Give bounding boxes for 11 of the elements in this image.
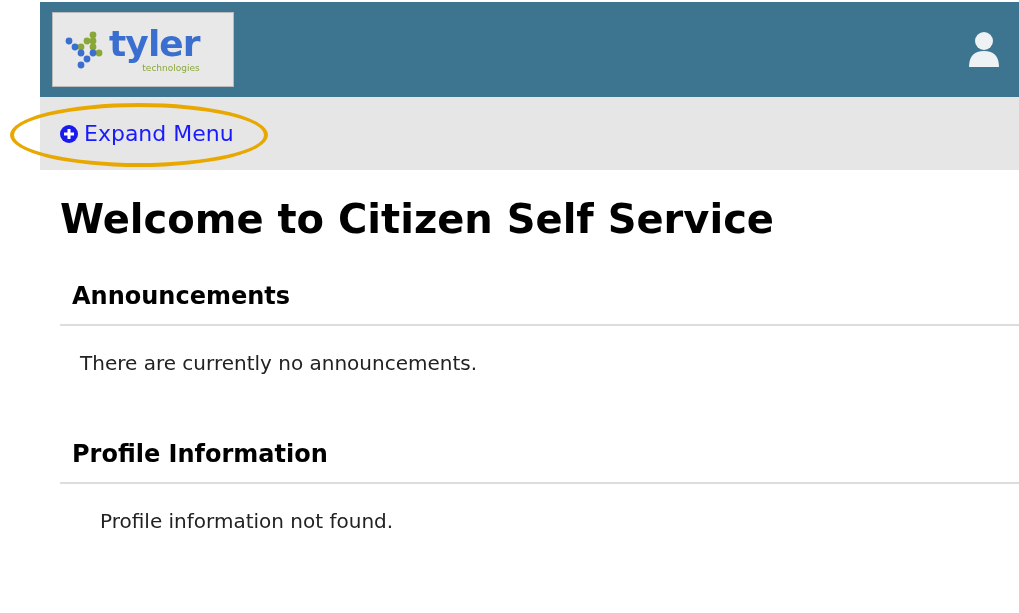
section-message: Profile information not found.	[99, 508, 395, 535]
logo-tagline: technologies	[142, 64, 200, 73]
logo-name: tyler	[109, 26, 200, 62]
user-icon[interactable]	[967, 30, 1001, 69]
section-heading: Announcements	[60, 278, 1019, 326]
page-title: Welcome to Citizen Self Service	[60, 195, 775, 244]
logo[interactable]: tyler technologies	[52, 12, 234, 87]
plus-circle-icon	[60, 124, 78, 143]
section-heading: Profile Information	[60, 436, 1019, 484]
section-message: There are currently no announcements.	[79, 350, 479, 377]
expand-menu-link[interactable]: Expand Menu	[60, 117, 234, 150]
